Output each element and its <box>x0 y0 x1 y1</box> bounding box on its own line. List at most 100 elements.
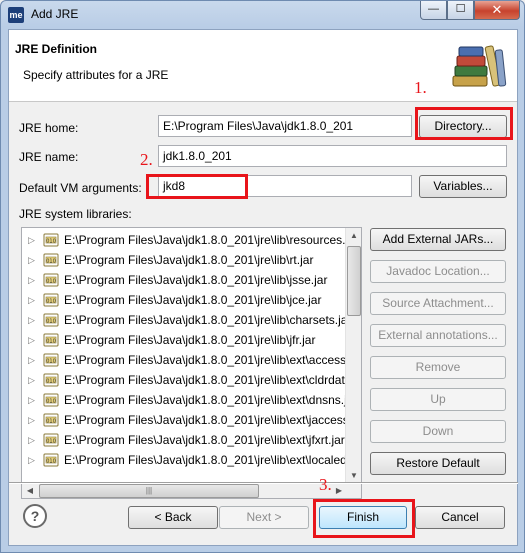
svg-text:010: 010 <box>46 258 56 264</box>
library-row[interactable]: ▷ 010 E:\Program Files\Java\jdk1.8.0_201\j… <box>22 270 347 290</box>
cancel-button[interactable]: Cancel <box>415 506 505 529</box>
footer-separator <box>9 482 518 484</box>
expand-arrow-icon[interactable]: ▷ <box>28 390 35 410</box>
add-external-jars-button[interactable]: Add External JARs... <box>370 228 506 251</box>
next-button[interactable]: Next > <box>219 506 309 529</box>
close-button[interactable]: ✕ <box>474 1 520 20</box>
library-row[interactable]: ▷ 010 E:\Program Files\Java\jdk1.8.0_201\j… <box>22 330 347 350</box>
jre-name-label: JRE name: <box>19 150 79 164</box>
svg-text:010: 010 <box>46 238 56 244</box>
finish-button[interactable]: Finish <box>319 506 407 529</box>
vertical-scroll-thumb[interactable] <box>347 246 361 316</box>
svg-text:010: 010 <box>46 298 56 304</box>
jar-icon: 010 <box>43 253 59 267</box>
jre-home-label: JRE home: <box>19 121 79 135</box>
library-path: E:\Program Files\Java\jdk1.8.0_201\jre\l… <box>64 233 347 247</box>
library-path: E:\Program Files\Java\jdk1.8.0_201\jre\l… <box>64 273 328 287</box>
svg-text:010: 010 <box>46 438 56 444</box>
jre-home-input[interactable]: E:\Program Files\Java\jdk1.8.0_201 <box>158 115 412 137</box>
library-path: E:\Program Files\Java\jdk1.8.0_201\jre\l… <box>64 433 345 447</box>
svg-text:010: 010 <box>46 318 56 324</box>
library-row[interactable]: ▷ 010 E:\Program Files\Java\jdk1.8.0_201\j… <box>22 410 347 430</box>
library-row[interactable]: ▷ 010 E:\Program Files\Java\jdk1.8.0_201\j… <box>22 430 347 450</box>
jar-icon: 010 <box>43 273 59 287</box>
libraries-label: JRE system libraries: <box>19 207 132 221</box>
jre-libraries-list[interactable]: ▷ 010 E:\Program Files\Java\jdk1.8.0_201\j… <box>21 227 362 499</box>
header-title: JRE Definition <box>15 42 98 56</box>
annotation-step-1: 1. <box>414 78 427 97</box>
expand-arrow-icon[interactable]: ▷ <box>28 430 35 450</box>
svg-text:010: 010 <box>46 338 56 344</box>
expand-arrow-icon[interactable]: ▷ <box>28 310 35 330</box>
library-path: E:\Program Files\Java\jdk1.8.0_201\jre\l… <box>64 373 347 387</box>
library-row[interactable]: ▷ 010 E:\Program Files\Java\jdk1.8.0_201\j… <box>22 370 347 390</box>
library-path: E:\Program Files\Java\jdk1.8.0_201\jre\l… <box>64 253 314 267</box>
help-icon[interactable]: ? <box>23 504 47 528</box>
jar-icon: 010 <box>43 393 59 407</box>
library-row[interactable]: ▷ 010 E:\Program Files\Java\jdk1.8.0_201\j… <box>22 290 347 310</box>
jar-icon: 010 <box>43 293 59 307</box>
up-button[interactable]: Up <box>370 388 506 411</box>
expand-arrow-icon[interactable]: ▷ <box>28 330 35 350</box>
expand-arrow-icon[interactable]: ▷ <box>28 450 35 470</box>
variables-button[interactable]: Variables... <box>419 175 507 198</box>
library-path: E:\Program Files\Java\jdk1.8.0_201\jre\l… <box>64 333 316 347</box>
external-annotations-button[interactable]: External annotations... <box>370 324 506 347</box>
jar-icon: 010 <box>43 413 59 427</box>
source-attachment-button[interactable]: Source Attachment... <box>370 292 506 315</box>
expand-arrow-icon[interactable]: ▷ <box>28 410 35 430</box>
annotation-step-2: 2. <box>140 150 153 169</box>
library-row[interactable]: ▷ 010 E:\Program Files\Java\jdk1.8.0_201\j… <box>22 450 347 470</box>
library-path: E:\Program Files\Java\jdk1.8.0_201\jre\l… <box>64 293 322 307</box>
jar-icon: 010 <box>43 373 59 387</box>
library-row[interactable]: ▷ 010 E:\Program Files\Java\jdk1.8.0_201\j… <box>22 390 347 410</box>
directory-button[interactable]: Directory... <box>419 115 507 138</box>
vertical-scrollbar[interactable]: ▲ ▼ <box>345 228 361 484</box>
jar-icon: 010 <box>43 433 59 447</box>
svg-text:010: 010 <box>46 358 56 364</box>
jar-icon: 010 <box>43 453 59 467</box>
books-icon <box>452 45 507 87</box>
window-controls: — ☐ ✕ <box>420 1 520 21</box>
title-bar[interactable]: me Add JRE — ☐ ✕ <box>1 1 524 29</box>
jar-icon: 010 <box>43 233 59 247</box>
expand-arrow-icon[interactable]: ▷ <box>28 230 35 250</box>
expand-arrow-icon[interactable]: ▷ <box>28 250 35 270</box>
window-title: Add JRE <box>31 7 79 21</box>
horizontal-scroll-thumb[interactable]: ||| <box>39 484 259 498</box>
library-row[interactable]: ▷ 010 E:\Program Files\Java\jdk1.8.0_201\j… <box>22 250 347 270</box>
jar-icon: 010 <box>43 313 59 327</box>
jre-name-input[interactable]: jdk1.8.0_201 <box>158 145 507 167</box>
javadoc-location-button[interactable]: Javadoc Location... <box>370 260 506 283</box>
add-jre-dialog: me Add JRE — ☐ ✕ JRE Definition Specify … <box>0 0 525 553</box>
eclipse-app-icon: me <box>8 7 24 23</box>
svg-text:010: 010 <box>46 278 56 284</box>
scroll-left-arrow-icon[interactable]: ◀ <box>22 483 38 498</box>
header-description: Specify attributes for a JRE <box>23 68 169 82</box>
scrollbar-corner <box>345 482 361 498</box>
maximize-button[interactable]: ☐ <box>447 1 474 20</box>
expand-arrow-icon[interactable]: ▷ <box>28 370 35 390</box>
scroll-up-arrow-icon[interactable]: ▲ <box>346 228 361 244</box>
jar-icon: 010 <box>43 353 59 367</box>
back-button[interactable]: < Back <box>128 506 218 529</box>
jar-icon: 010 <box>43 333 59 347</box>
vm-args-input[interactable]: jkd8 <box>158 175 412 197</box>
minimize-button[interactable]: — <box>420 1 447 20</box>
expand-arrow-icon[interactable]: ▷ <box>28 270 35 290</box>
restore-default-button[interactable]: Restore Default <box>370 452 506 475</box>
svg-text:010: 010 <box>46 378 56 384</box>
expand-arrow-icon[interactable]: ▷ <box>28 290 35 310</box>
library-row[interactable]: ▷ 010 E:\Program Files\Java\jdk1.8.0_201\j… <box>22 350 347 370</box>
vm-args-label: Default VM arguments: <box>19 181 142 195</box>
library-row[interactable]: ▷ 010 E:\Program Files\Java\jdk1.8.0_201\j… <box>22 310 347 330</box>
library-path: E:\Program Files\Java\jdk1.8.0_201\jre\l… <box>64 413 347 427</box>
svg-text:010: 010 <box>46 418 56 424</box>
down-button[interactable]: Down <box>370 420 506 443</box>
library-path: E:\Program Files\Java\jdk1.8.0_201\jre\l… <box>64 453 347 467</box>
library-path: E:\Program Files\Java\jdk1.8.0_201\jre\l… <box>64 353 347 367</box>
horizontal-scrollbar[interactable]: ◀ ||| ▶ <box>22 482 347 498</box>
expand-arrow-icon[interactable]: ▷ <box>28 350 35 370</box>
library-row[interactable]: ▷ 010 E:\Program Files\Java\jdk1.8.0_201\j… <box>22 230 347 250</box>
remove-button[interactable]: Remove <box>370 356 506 379</box>
